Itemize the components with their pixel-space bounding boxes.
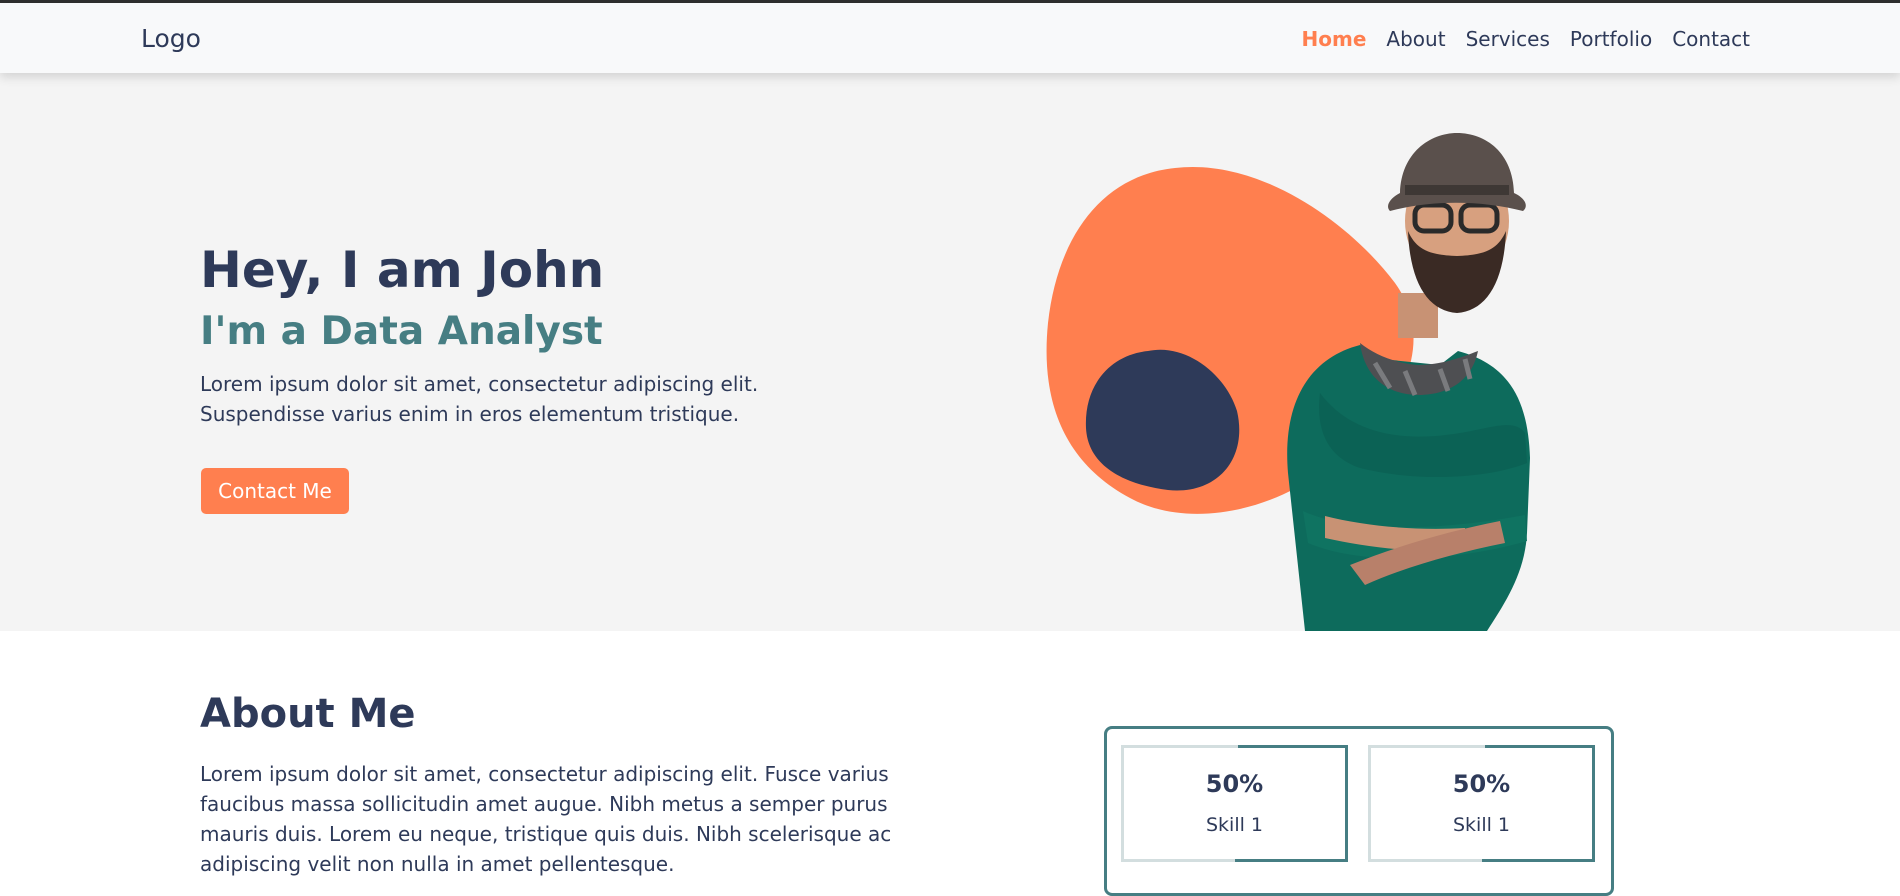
- navbar: Logo Home About Services Portfolio Conta…: [0, 3, 1900, 73]
- skill-card-accent: [1345, 745, 1348, 862]
- about-section: About Me Lorem ipsum dolor sit amet, con…: [0, 631, 1900, 896]
- nav-link-services[interactable]: Services: [1466, 27, 1550, 51]
- person-photo: [1287, 133, 1530, 631]
- hero-title: Hey, I am John: [200, 241, 605, 299]
- hero-description: Lorem ipsum dolor sit amet, consectetur …: [200, 369, 820, 429]
- about-text: Lorem ipsum dolor sit amet, consectetur …: [200, 762, 892, 876]
- hero-subtitle: I'm a Data Analyst: [200, 309, 603, 354]
- skills-box: 50% Skill 1 50% Skill 1: [1104, 726, 1614, 896]
- hat: [1388, 133, 1526, 211]
- skill-percent: 50%: [1205, 770, 1264, 798]
- about-title: About Me: [200, 691, 416, 737]
- skill-name: Skill 1: [1452, 814, 1511, 836]
- hero-description-line-2: Suspendisse varius enim in eros elementu…: [200, 402, 740, 426]
- hat-band: [1405, 185, 1509, 195]
- nav-link-home[interactable]: Home: [1302, 27, 1367, 51]
- skill-card-accent: [1484, 745, 1595, 748]
- skill-card-accent: [1237, 745, 1348, 748]
- logo[interactable]: Logo: [141, 24, 201, 53]
- nav-link-portfolio[interactable]: Portfolio: [1570, 27, 1652, 51]
- skill-card: 50% Skill 1: [1368, 745, 1595, 862]
- hero-description-line-1: Lorem ipsum dolor sit amet, consectetur …: [200, 372, 759, 396]
- skill-card-accent: [1481, 859, 1595, 862]
- hero-illustration: [1046, 133, 1530, 631]
- skill-card-accent: [1592, 745, 1595, 862]
- hero-section: Hey, I am John I'm a Data Analyst Lorem …: [0, 73, 1900, 631]
- contact-me-button[interactable]: Contact Me: [201, 468, 349, 514]
- nav-link-about[interactable]: About: [1386, 27, 1445, 51]
- skill-percent: 50%: [1452, 770, 1511, 798]
- skill-card-accent: [1234, 859, 1348, 862]
- nav-menu: Home About Services Portfolio Contact: [1302, 27, 1750, 51]
- nav-link-contact[interactable]: Contact: [1672, 27, 1750, 51]
- skill-card: 50% Skill 1: [1121, 745, 1348, 862]
- skill-name: Skill 1: [1205, 814, 1264, 836]
